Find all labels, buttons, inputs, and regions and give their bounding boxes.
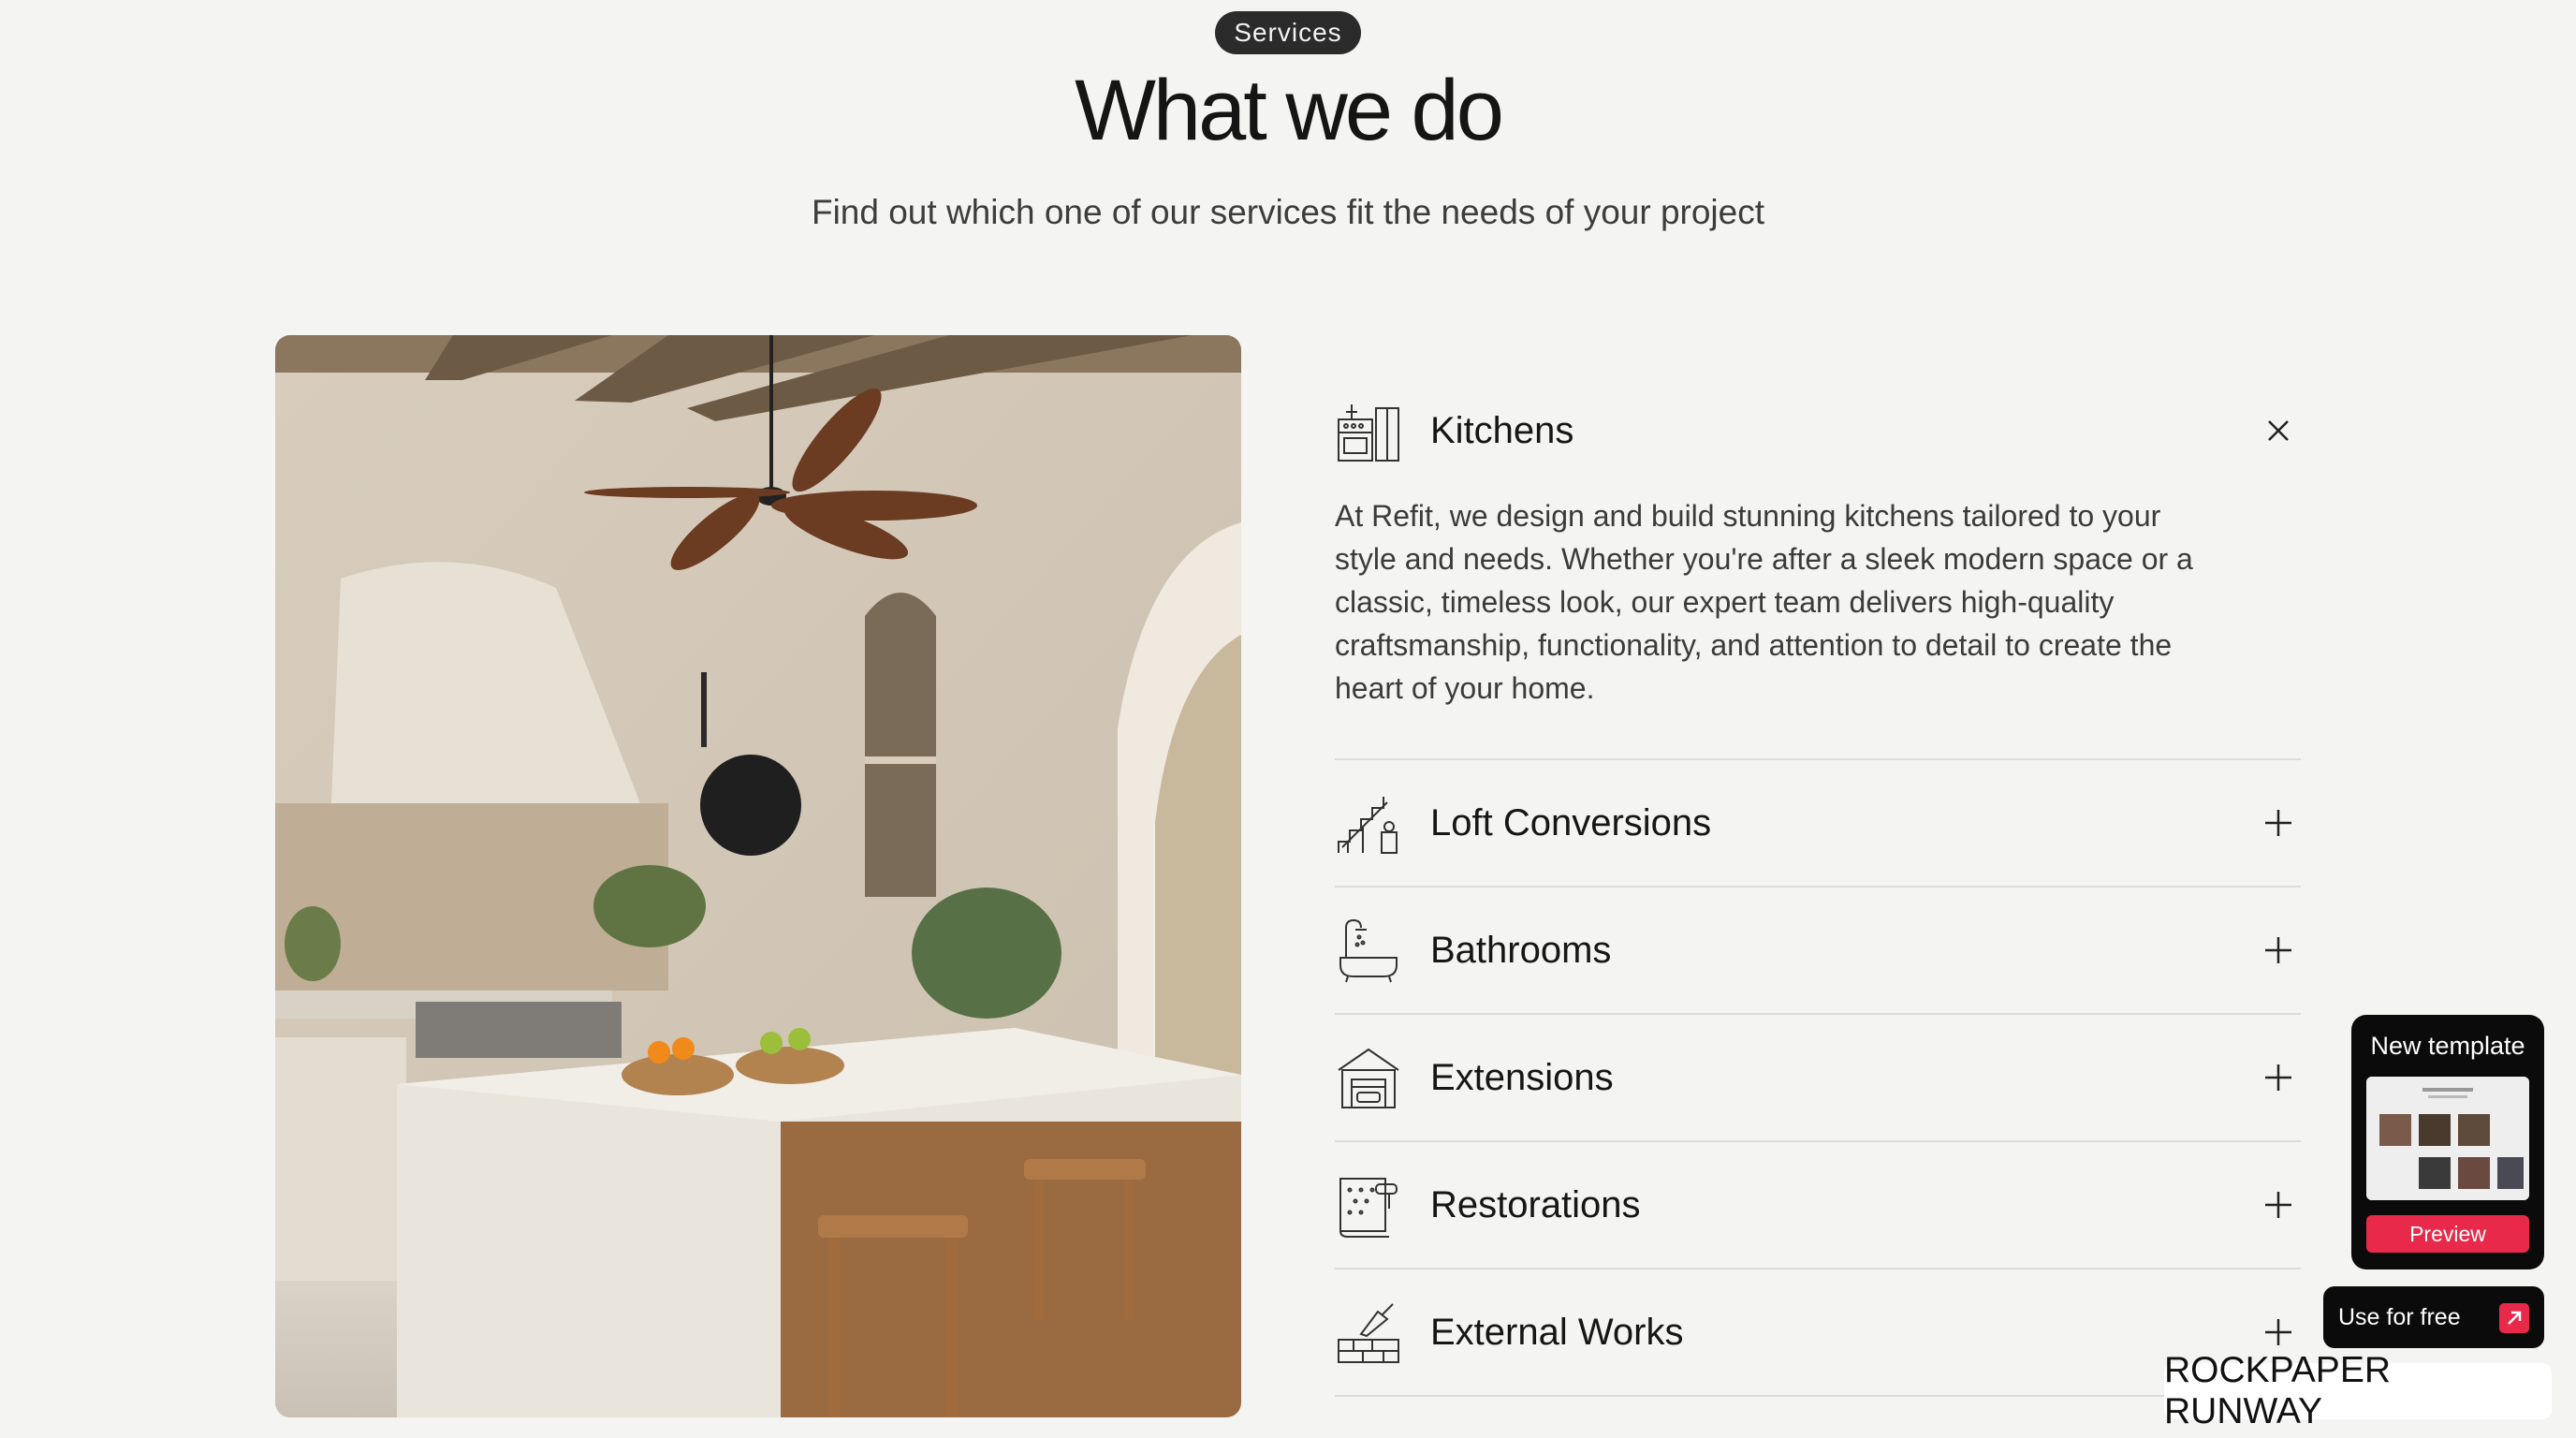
bathtub-icon [1339, 918, 1398, 983]
brick-trowel-icon [1338, 1303, 1399, 1363]
external-arrow-icon [2499, 1303, 2529, 1333]
kitchen-photo [275, 335, 1241, 1417]
use-for-free-label: Use for free [2338, 1303, 2461, 1330]
accordion-item-extensions[interactable]: Extensions [1335, 1015, 2301, 1142]
accordion-description: At Refit, we design and build stunning k… [1335, 499, 2193, 705]
plus-icon[interactable] [2260, 1186, 2297, 1224]
use-for-free-button[interactable]: Use for free [2323, 1286, 2544, 1348]
services-accordion: Kitchens At Refit, we design and build s… [1335, 378, 2301, 1397]
accordion-item-kitchens[interactable]: Kitchens At Refit, we design and build s… [1335, 378, 2301, 760]
plus-icon[interactable] [2260, 1059, 2297, 1096]
template-thumbnail[interactable] [2366, 1077, 2529, 1200]
brand-logo: ROCKPAPER RUNWAY [2164, 1350, 2552, 1431]
accordion-label: Bathrooms [1430, 929, 1612, 971]
accordion-item-external-works[interactable]: External Works [1335, 1269, 2301, 1397]
accordion-label: Kitchens [1430, 409, 1574, 451]
new-template-card: New template Preview [2351, 1015, 2544, 1269]
plus-icon[interactable] [2260, 804, 2297, 842]
page-title: What we do [1075, 63, 1504, 158]
wallpaper-roller-icon [1339, 1178, 1398, 1238]
accordion-label: Extensions [1430, 1056, 1614, 1098]
services-badge: Services [1215, 11, 1361, 54]
accordion-item-loft-conversions[interactable]: Loft Conversions [1335, 760, 2301, 888]
accordion-item-bathrooms[interactable]: Bathrooms [1335, 888, 2301, 1015]
page-subtitle: Find out which one of our services fit t… [811, 193, 1765, 231]
close-icon[interactable] [2260, 412, 2297, 449]
accordion-label: Restorations [1430, 1183, 1641, 1225]
kitchen-icon [1338, 404, 1399, 462]
accordion-label: Loft Conversions [1430, 801, 1712, 844]
promo-title: New template [2370, 1032, 2525, 1060]
accordion-item-restorations[interactable]: Restorations [1335, 1142, 2301, 1269]
house-garage-icon [1338, 1048, 1399, 1108]
accordion-label: External Works [1430, 1311, 1684, 1353]
preview-button[interactable]: Preview [2366, 1215, 2529, 1253]
plus-icon[interactable] [2260, 932, 2297, 969]
plus-icon[interactable] [2260, 1313, 2297, 1351]
staircase-icon [1338, 797, 1398, 854]
